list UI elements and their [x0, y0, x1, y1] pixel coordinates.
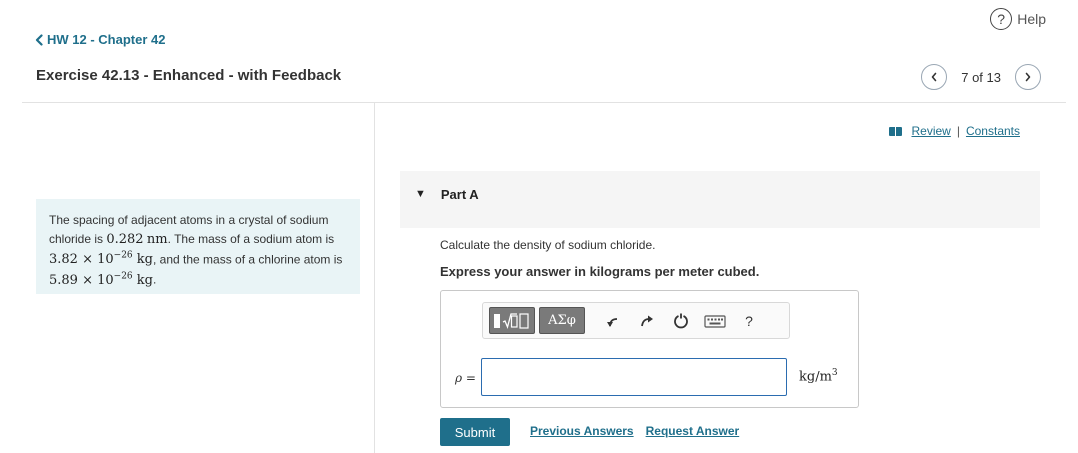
- reset-button[interactable]: [664, 307, 698, 334]
- redo-icon: [641, 315, 653, 326]
- problem-text: .: [153, 272, 157, 287]
- answer-box: ΑΣφ ? ρ = kg/m3: [440, 290, 859, 408]
- part-label: Part A: [440, 187, 479, 202]
- undo-button[interactable]: [596, 307, 630, 334]
- math-toolbar: ΑΣφ ?: [482, 302, 790, 339]
- submit-button[interactable]: Submit: [440, 418, 510, 446]
- math-help-button[interactable]: ?: [732, 307, 766, 334]
- pager-text: 7 of 13: [961, 69, 1001, 85]
- spacing-unit: nm: [146, 231, 168, 247]
- request-answer-link[interactable]: Request Answer: [646, 424, 740, 438]
- cl-mass-exponent: −26: [113, 271, 133, 282]
- problem-statement: The spacing of adjacent atoms in a cryst…: [36, 199, 360, 294]
- help-link[interactable]: ? Help: [990, 8, 1046, 30]
- review-link[interactable]: Review: [911, 124, 950, 138]
- chevron-left-icon: [35, 33, 43, 46]
- previous-answers-link[interactable]: Previous Answers: [530, 424, 634, 438]
- cl-mass-unit: kg: [136, 272, 153, 288]
- redo-button[interactable]: [630, 307, 664, 334]
- link-separator: |: [956, 124, 960, 138]
- cl-mass-mantissa: 5.89 × 10: [49, 272, 114, 288]
- previous-item-button[interactable]: [921, 64, 948, 90]
- page-title: Exercise 42.13 - Enhanced - with Feedbac…: [36, 67, 342, 84]
- units-base: kg/m: [799, 369, 832, 385]
- na-mass-unit: kg: [136, 252, 153, 268]
- answer-input[interactable]: [481, 358, 787, 396]
- keyboard-button[interactable]: [698, 307, 732, 334]
- constants-link[interactable]: Constants: [966, 124, 1020, 138]
- header-divider: [22, 102, 1066, 103]
- answer-actions: Previous Answers Request Answer: [530, 424, 739, 438]
- book-icon: [889, 126, 903, 136]
- breadcrumb-label: HW 12 - Chapter 42: [47, 32, 166, 47]
- units-exponent: 3: [831, 368, 838, 378]
- column-divider: [374, 103, 375, 453]
- spacing-value: 0.282: [106, 231, 144, 247]
- pager: 7 of 13: [921, 64, 1041, 90]
- instruction-text: Express your answer in kilograms per met…: [440, 264, 760, 279]
- templates-button[interactable]: [489, 307, 535, 334]
- na-mass-mantissa: 3.82 × 10: [49, 252, 114, 268]
- question-text: Calculate the density of sodium chloride…: [440, 238, 656, 252]
- na-mass: 3.82 × 10−26 kg: [49, 250, 153, 268]
- reset-icon: [674, 313, 688, 328]
- problem-text: . The mass of a sodium atom is: [167, 231, 335, 246]
- cl-mass: 5.89 × 10−26 kg: [49, 271, 153, 288]
- units-label: kg/m3: [799, 368, 838, 384]
- undo-icon: [607, 317, 618, 327]
- caret-down-icon: ▼: [415, 188, 426, 200]
- keyboard-icon: [704, 314, 726, 328]
- resource-links: Review | Constants: [889, 124, 1020, 138]
- greek-symbols-button[interactable]: ΑΣφ: [539, 307, 585, 334]
- help-icon: ?: [990, 8, 1013, 30]
- chevron-right-icon: [1025, 72, 1031, 82]
- templates-icon: [494, 312, 529, 329]
- part-a-header[interactable]: ▼ Part A: [400, 171, 1040, 228]
- next-item-button[interactable]: [1015, 64, 1041, 90]
- help-label: Help: [1017, 11, 1046, 27]
- variable-label: ρ =: [455, 371, 476, 385]
- problem-text: , and the mass of a chlorine atom is: [153, 252, 343, 267]
- breadcrumb[interactable]: HW 12 - Chapter 42: [34, 32, 165, 47]
- chevron-left-icon: [931, 72, 937, 82]
- na-mass-exponent: −26: [113, 250, 133, 261]
